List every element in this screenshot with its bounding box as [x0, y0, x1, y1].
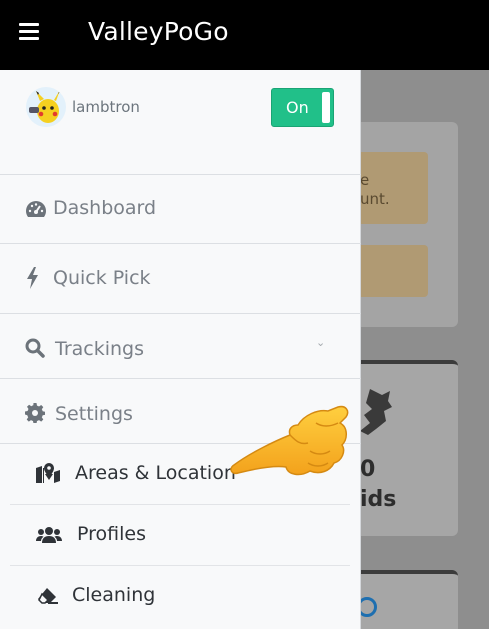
bolt-icon	[27, 267, 38, 289]
nav-item-label: Settings	[55, 403, 133, 425]
background-card-text: 0 ids	[360, 457, 397, 512]
nav-item-label: Trackings	[55, 338, 144, 360]
nav-item-quick-pick[interactable]: Quick Pick	[0, 244, 361, 314]
tachometer-icon	[26, 201, 46, 217]
eraser-icon	[38, 588, 58, 604]
nav-item-dashboard[interactable]: Dashboard	[0, 175, 361, 244]
background-alert	[352, 245, 428, 297]
app-title: ValleyPoGo	[88, 17, 229, 46]
toggle-knob	[322, 92, 330, 123]
settings-item-label: Cleaning	[72, 584, 156, 606]
nav-drawer: lambtron On Dashboard Quick Pick Trackin…	[0, 70, 361, 629]
pointing-hand-icon	[230, 405, 349, 476]
nav-item-trackings[interactable]: Trackings ⌄	[0, 314, 361, 379]
background-alert-text: unt.	[360, 190, 390, 208]
settings-item-label: Profiles	[77, 523, 146, 545]
user-block: lambtron On	[0, 70, 361, 175]
chevron-down-icon: ⌄	[316, 336, 326, 349]
top-app-bar: ValleyPoGo	[0, 0, 489, 70]
map-marker-icon	[36, 463, 60, 483]
background-alert-text: e	[360, 171, 370, 189]
users-icon	[36, 527, 62, 543]
pikachu-icon	[29, 90, 60, 123]
status-toggle[interactable]: On	[271, 88, 334, 127]
settings-item-profiles[interactable]: Profiles	[10, 505, 350, 566]
background-alert: e unt.	[352, 152, 428, 224]
settings-item-label: Areas & Location	[75, 462, 236, 484]
nav-item-label: Quick Pick	[53, 267, 151, 289]
toggle-label: On	[286, 98, 309, 117]
avatar[interactable]	[26, 87, 66, 127]
gear-icon	[25, 403, 45, 423]
hamburger-icon[interactable]	[19, 23, 39, 40]
nav-item-label: Dashboard	[53, 197, 157, 219]
search-icon	[25, 338, 45, 358]
username: lambtron	[72, 98, 140, 116]
settings-item-cleaning[interactable]: Cleaning	[10, 566, 350, 629]
